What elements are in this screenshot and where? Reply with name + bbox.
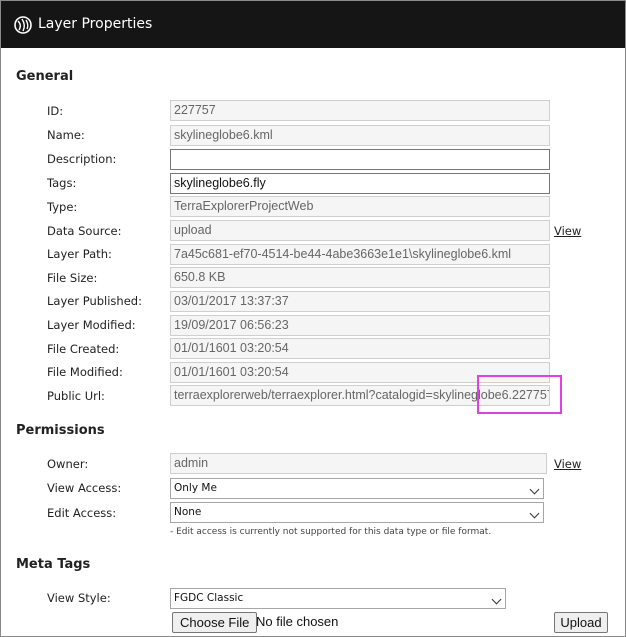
- title-bar: Layer Properties: [1, 1, 625, 48]
- edit-access-note: - Edit access is currently not supported…: [170, 527, 492, 537]
- owner-label: Owner:: [47, 457, 89, 471]
- id-field: 227757: [170, 100, 550, 121]
- edit-access-select[interactable]: None: [170, 502, 544, 523]
- owner-view-link[interactable]: View: [554, 457, 581, 471]
- data-source-field: upload: [170, 220, 550, 241]
- layer-modified-field: 19/09/2017 06:56:23: [170, 315, 550, 336]
- layer-published-field: 03/01/2017 13:37:37: [170, 291, 550, 312]
- public-url-label: Public Url:: [47, 389, 105, 403]
- edit-access-label: Edit Access:: [47, 506, 117, 520]
- file-created-label: File Created:: [47, 342, 120, 356]
- layer-path-label: Layer Path:: [47, 247, 112, 261]
- upload-button[interactable]: Upload: [554, 612, 608, 633]
- highlight-box: [477, 375, 562, 414]
- file-modified-label: File Modified:: [47, 365, 123, 379]
- view-access-label: View Access:: [47, 481, 122, 495]
- tags-label: Tags:: [47, 176, 77, 190]
- section-meta-tags-title: Meta Tags: [16, 557, 91, 572]
- type-label: Type:: [47, 200, 78, 214]
- no-file-chosen-text: No file chosen: [256, 614, 339, 629]
- layer-properties-window: Layer Properties General ID: 227757 Name…: [0, 0, 626, 637]
- name-label: Name:: [47, 128, 85, 142]
- data-source-label: Data Source:: [47, 224, 122, 238]
- view-access-value: Only Me: [174, 482, 217, 494]
- type-field: TerraExplorerProjectWeb: [170, 196, 550, 217]
- file-created-field: 01/01/1601 03:20:54: [170, 338, 550, 359]
- id-label: ID:: [47, 104, 64, 118]
- description-label: Description:: [47, 152, 117, 166]
- layer-published-label: Layer Published:: [47, 294, 142, 308]
- layer-modified-label: Layer Modified:: [47, 318, 136, 332]
- view-style-label: View Style:: [47, 591, 111, 605]
- edit-access-value: None: [174, 506, 202, 518]
- name-field: skylineglobe6.kml: [170, 125, 550, 146]
- view-style-value: FGDC Classic: [174, 592, 244, 604]
- chevron-down-icon: [529, 508, 540, 519]
- choose-file-button[interactable]: Choose File: [172, 612, 258, 633]
- file-size-label: File Size:: [47, 271, 98, 285]
- description-input[interactable]: [170, 149, 550, 170]
- skyline-logo-icon: [14, 16, 32, 34]
- view-access-select[interactable]: Only Me: [170, 478, 544, 499]
- window-title: Layer Properties: [38, 16, 153, 32]
- chevron-down-icon: [529, 484, 540, 495]
- chevron-down-icon: [491, 594, 502, 605]
- layer-path-field: 7a45c681-ef70-4514-be44-4abe3663e1e1\sky…: [170, 244, 550, 265]
- tags-input[interactable]: skylineglobe6.fly: [170, 173, 550, 194]
- data-source-view-link[interactable]: View: [554, 224, 581, 238]
- view-style-select[interactable]: FGDC Classic: [170, 588, 506, 609]
- owner-field: admin: [170, 453, 547, 474]
- section-permissions-title: Permissions: [16, 423, 105, 438]
- file-size-field: 650.8 KB: [170, 267, 550, 288]
- section-general-title: General: [16, 69, 74, 84]
